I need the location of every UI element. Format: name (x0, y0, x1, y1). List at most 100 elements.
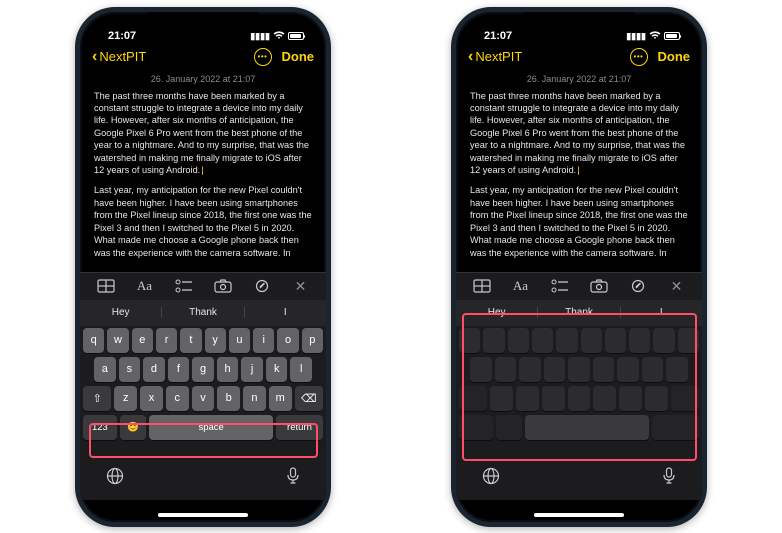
blank-key (645, 386, 668, 411)
signal-icon: ▮▮▮▮ (250, 31, 270, 42)
suggest-1[interactable]: Thank (162, 307, 244, 318)
clock: 21:07 (484, 30, 512, 42)
blank-key (617, 357, 639, 382)
key-x[interactable]: x (140, 386, 163, 411)
mic-icon[interactable] (286, 467, 300, 490)
blank-space (525, 415, 649, 440)
key-123[interactable]: 123 (83, 415, 117, 440)
blank-key (581, 328, 602, 353)
blank-key (619, 386, 642, 411)
done-button[interactable]: Done (282, 49, 315, 64)
suggest-2[interactable]: I (245, 307, 326, 318)
home-indicator[interactable] (534, 513, 624, 517)
key-o[interactable]: o (277, 328, 298, 353)
notes-toolbar: Aa ✕ (80, 272, 326, 300)
more-button[interactable]: ••• (254, 48, 272, 66)
note-p2: Last year, my anticipation for the new P… (470, 184, 688, 259)
blank-key (605, 328, 626, 353)
key-g[interactable]: g (192, 357, 214, 382)
battery-icon (664, 32, 680, 40)
suggest-1[interactable]: Thank (538, 307, 620, 318)
globe-icon[interactable] (106, 467, 124, 490)
done-button[interactable]: Done (658, 49, 691, 64)
checklist-icon[interactable] (171, 276, 197, 296)
blank-key (470, 357, 492, 382)
key-l[interactable]: l (290, 357, 312, 382)
close-toolbar-icon[interactable]: ✕ (664, 276, 690, 296)
key-space[interactable]: space (149, 415, 273, 440)
nav-bar: ‹ NextPIT ••• Done (80, 42, 326, 72)
blank-key (544, 357, 566, 382)
blank-key (532, 328, 553, 353)
note-p1: The past three months have been marked b… (94, 91, 309, 176)
key-i[interactable]: i (253, 328, 274, 353)
notch (148, 12, 258, 34)
key-w[interactable]: w (107, 328, 128, 353)
camera-icon[interactable] (210, 276, 236, 296)
key-r[interactable]: r (156, 328, 177, 353)
blank-key (653, 328, 674, 353)
suggest-2[interactable]: I (621, 307, 702, 318)
keyboard-trackpad[interactable] (456, 326, 702, 466)
globe-icon[interactable] (482, 467, 500, 490)
suggest-0[interactable]: Hey (80, 307, 162, 318)
key-b[interactable]: b (217, 386, 240, 411)
table-icon[interactable] (93, 276, 119, 296)
back-button[interactable]: ‹ NextPIT (468, 48, 522, 66)
key-s[interactable]: s (119, 357, 141, 382)
format-icon[interactable]: Aa (508, 276, 534, 296)
key-shift[interactable]: ⇧ (83, 386, 111, 411)
key-u[interactable]: u (229, 328, 250, 353)
markup-icon[interactable] (625, 276, 651, 296)
key-e[interactable]: e (132, 328, 153, 353)
key-z[interactable]: z (114, 386, 137, 411)
key-t[interactable]: t (180, 328, 201, 353)
keyboard-bottom (456, 466, 702, 500)
key-f[interactable]: f (168, 357, 190, 382)
key-return[interactable]: return (276, 415, 323, 440)
phone-left: 21:07 ▮▮▮▮ ‹ NextPIT ••• Done 26. Januar… (75, 7, 331, 527)
key-n[interactable]: n (243, 386, 266, 411)
key-emoji[interactable]: 😊 (120, 415, 146, 440)
key-v[interactable]: v (192, 386, 215, 411)
more-button[interactable]: ••• (630, 48, 648, 66)
key-k[interactable]: k (266, 357, 288, 382)
key-c[interactable]: c (166, 386, 189, 411)
blank-key (508, 328, 529, 353)
key-delete[interactable]: ⌫ (295, 386, 323, 411)
table-icon[interactable] (469, 276, 495, 296)
note-body[interactable]: The past three months have been marked b… (80, 86, 326, 272)
blank-key (496, 415, 522, 440)
checklist-icon[interactable] (547, 276, 573, 296)
note-p1: The past three months have been marked b… (470, 91, 685, 176)
key-q[interactable]: q (83, 328, 104, 353)
blank-key (459, 328, 480, 353)
key-a[interactable]: a (94, 357, 116, 382)
blank-key (671, 386, 699, 411)
key-j[interactable]: j (241, 357, 263, 382)
suggestion-bar: Hey Thank I (456, 300, 702, 326)
blank-key (568, 386, 591, 411)
suggest-0[interactable]: Hey (456, 307, 538, 318)
key-y[interactable]: y (205, 328, 226, 353)
markup-icon[interactable] (249, 276, 275, 296)
mic-icon[interactable] (662, 467, 676, 490)
blank-key (568, 357, 590, 382)
back-button[interactable]: ‹ NextPIT (92, 48, 146, 66)
back-label: NextPIT (475, 49, 522, 64)
note-timestamp: 26. January 2022 at 21:07 (80, 72, 326, 86)
key-d[interactable]: d (143, 357, 165, 382)
close-toolbar-icon[interactable]: ✕ (288, 276, 314, 296)
key-p[interactable]: p (302, 328, 323, 353)
chevron-left-icon: ‹ (92, 48, 97, 66)
format-icon[interactable]: Aa (132, 276, 158, 296)
blank-key (490, 386, 513, 411)
note-body[interactable]: The past three months have been marked b… (456, 86, 702, 272)
blank-key (483, 328, 504, 353)
nav-bar: ‹ NextPIT ••• Done (456, 42, 702, 72)
home-indicator[interactable] (158, 513, 248, 517)
key-m[interactable]: m (269, 386, 292, 411)
blank-key (593, 386, 616, 411)
camera-icon[interactable] (586, 276, 612, 296)
key-h[interactable]: h (217, 357, 239, 382)
